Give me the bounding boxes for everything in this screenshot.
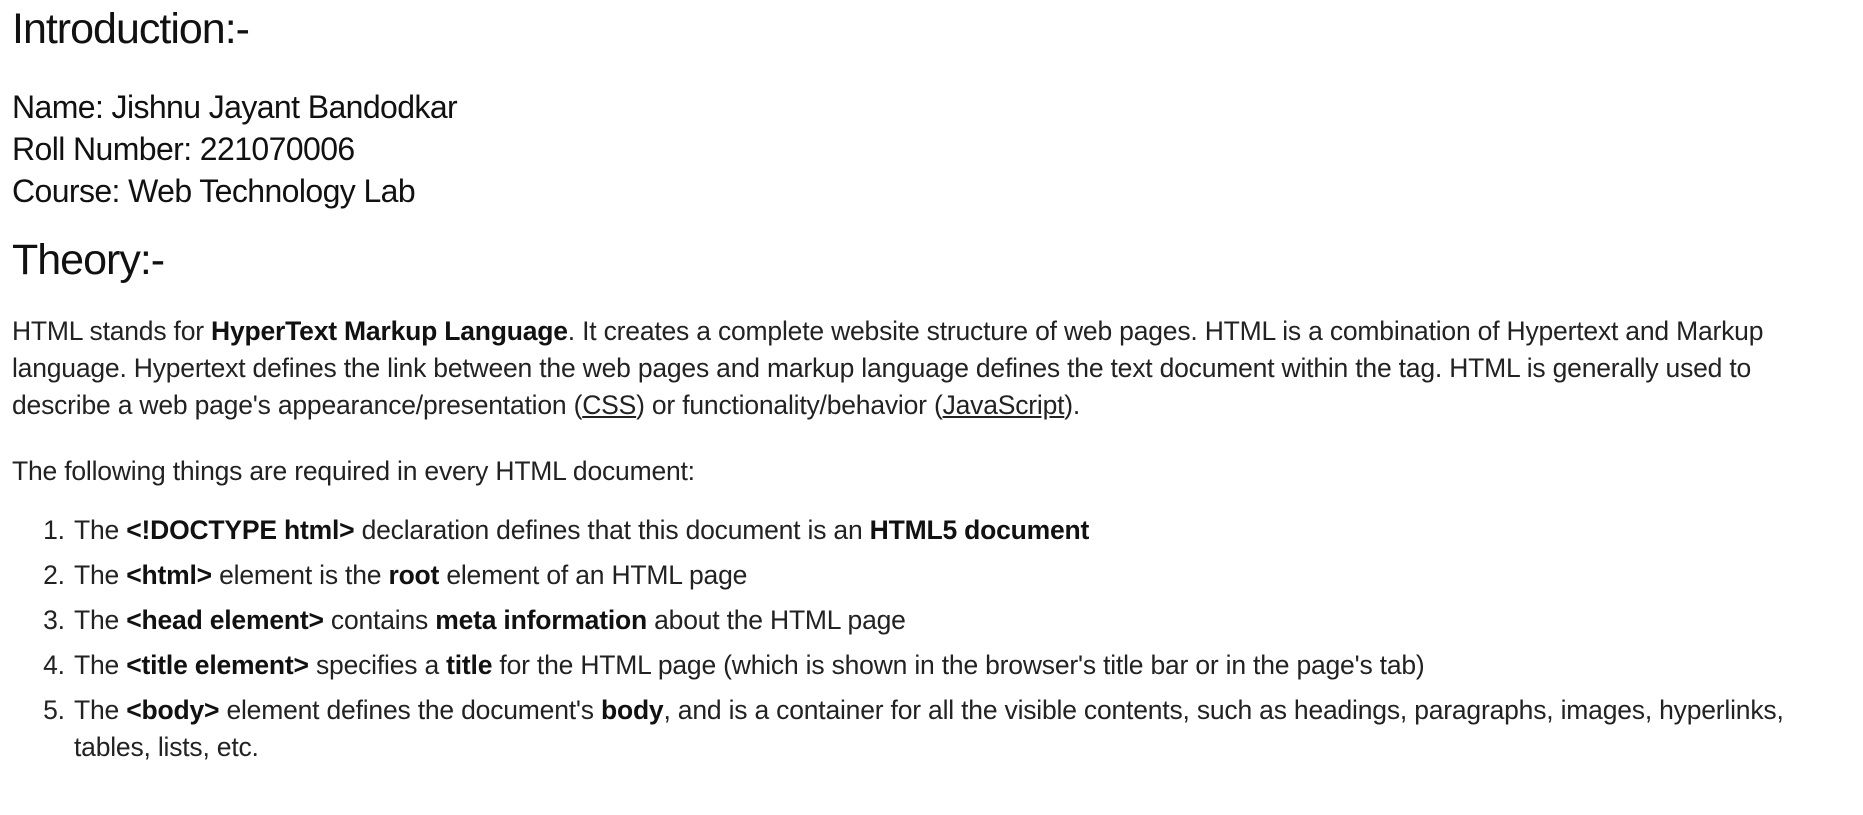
item-bold: body — [600, 695, 664, 725]
list-item: The <title element> specifies a title fo… — [72, 647, 1851, 684]
item-text: element is the — [211, 560, 389, 590]
item-tag: <head element> — [126, 605, 324, 635]
list-item: The <head element> contains meta informa… — [72, 602, 1851, 639]
item-text: about the HTML page — [646, 605, 906, 635]
item-bold: title — [446, 650, 493, 680]
theory-heading: Theory:- — [12, 236, 165, 284]
item-text: specifies a — [308, 650, 447, 680]
theory-paragraph: HTML stands for HyperText Markup Languag… — [12, 313, 1851, 424]
para-bold: HyperText Markup Language — [211, 316, 568, 346]
item-tag: <title element> — [126, 650, 309, 680]
item-tag: <html> — [126, 560, 212, 590]
item-bold: root — [388, 560, 440, 590]
para-text: HTML stands for — [12, 316, 212, 346]
item-tag: <!DOCTYPE html> — [126, 515, 355, 545]
item-text: The — [74, 605, 127, 635]
item-text: The — [74, 695, 127, 725]
student-name: Name: Jishnu Jayant Bandodkar — [12, 89, 458, 125]
course-name: Course: Web Technology Lab — [12, 173, 416, 209]
item-text: The — [74, 650, 127, 680]
item-text: declaration defines that this document i… — [354, 515, 870, 545]
item-text: The — [74, 515, 127, 545]
css-link[interactable]: CSS — [582, 390, 636, 420]
javascript-link[interactable]: JavaScript — [943, 390, 1065, 420]
list-item: The <html> element is the root element o… — [72, 557, 1851, 594]
requirements-list: The <!DOCTYPE html> declaration defines … — [12, 512, 1851, 766]
item-text: contains — [323, 605, 436, 635]
para-text: ). — [1064, 390, 1081, 420]
document-page: Introduction:- Name: Jishnu Jayant Bando… — [0, 0, 1863, 766]
introduction-heading: Introduction:- — [12, 5, 250, 53]
item-bold: HTML5 document — [869, 515, 1090, 545]
item-bold: meta information — [435, 605, 647, 635]
item-text: for the HTML page (which is shown in the… — [492, 650, 1425, 680]
requirements-intro: The following things are required in eve… — [12, 456, 695, 486]
roll-number: Roll Number: 221070006 — [12, 131, 355, 167]
item-tag: <body> — [126, 695, 220, 725]
list-item: The <!DOCTYPE html> declaration defines … — [72, 512, 1851, 549]
para-text: ) or functionality/behavior ( — [636, 390, 943, 420]
list-item: The <body> element defines the document'… — [72, 692, 1851, 766]
student-info: Name: Jishnu Jayant Bandodkar Roll Numbe… — [12, 86, 1851, 212]
item-text: The — [74, 560, 127, 590]
item-text: element of an HTML page — [439, 560, 748, 590]
item-text: element defines the document's — [219, 695, 601, 725]
